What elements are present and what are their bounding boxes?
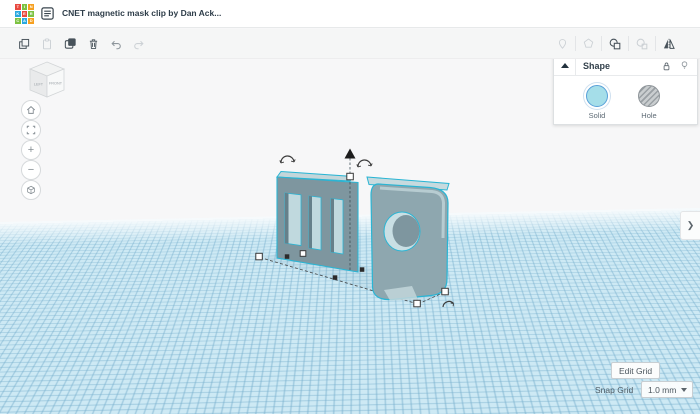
- logo-tile: A: [22, 18, 28, 24]
- toolbar-divider: [655, 36, 656, 51]
- redo-icon: [132, 38, 146, 50]
- edit-grid-button[interactable]: Edit Grid: [611, 362, 660, 379]
- chevron-right-icon: ❯: [687, 220, 695, 231]
- tinkercad-app: LEFT FRONT + − ❯ Edi: [0, 0, 700, 414]
- view-cube-left-label[interactable]: LEFT: [34, 83, 44, 87]
- toolbar-divider: [628, 36, 629, 51]
- logo-tile: R: [28, 11, 34, 17]
- ungroup-button[interactable]: [635, 37, 649, 51]
- shape-panel-header: Shape: [554, 56, 697, 76]
- plus-icon: +: [28, 145, 34, 156]
- solid-option-label: Solid: [589, 111, 606, 120]
- design-title[interactable]: CNET magnetic mask clip by Dan Ack...: [62, 0, 221, 27]
- copy-icon: [17, 37, 31, 51]
- solid-swatch-icon: [586, 85, 608, 107]
- hole-option-label: Hole: [641, 111, 656, 120]
- home-view-button[interactable]: [21, 100, 41, 120]
- lock-icon[interactable]: [661, 60, 672, 72]
- lightbulb-icon[interactable]: [679, 59, 690, 72]
- duplicate-icon: [63, 36, 78, 51]
- fit-view-button[interactable]: [21, 120, 41, 140]
- home-icon: [25, 104, 37, 116]
- shape-options: Solid Hole: [554, 76, 697, 124]
- redo-button[interactable]: [132, 38, 146, 50]
- title-bar: TIN KER CAD CNET magnetic mask clip by Dan…: [0, 0, 700, 28]
- logo-tile: K: [15, 11, 21, 17]
- paste-icon: [40, 37, 54, 51]
- group-icon: [608, 37, 622, 51]
- caret-down-icon: [681, 388, 687, 392]
- perspective-toggle-button[interactable]: [21, 180, 41, 200]
- trash-icon: [87, 37, 100, 51]
- logo-tile: D: [28, 18, 34, 24]
- logo-tile: C: [15, 18, 21, 24]
- minus-icon: −: [28, 165, 34, 176]
- triangle-up-icon: [561, 63, 569, 68]
- shape-inspector-panel: Shape Solid Hole: [553, 55, 698, 125]
- logo-tile: E: [22, 11, 28, 17]
- logo-tile: I: [22, 4, 28, 10]
- zoom-in-button[interactable]: +: [21, 140, 41, 160]
- main-toolbar: [0, 29, 700, 59]
- toolbar-divider: [601, 36, 602, 51]
- delete-button[interactable]: [87, 37, 100, 51]
- mirror-flip-icon: [662, 37, 676, 51]
- solid-option[interactable]: Solid: [582, 81, 612, 120]
- logo-tile: T: [15, 4, 21, 10]
- ruler-button[interactable]: [582, 37, 595, 50]
- ruler-pentagon-icon: [582, 37, 595, 50]
- hole-swatch-icon: [638, 85, 660, 107]
- open-panel-tab[interactable]: ❯: [680, 211, 700, 240]
- duplicate-button[interactable]: [63, 36, 78, 51]
- snap-grid-label: Snap Grid: [595, 385, 633, 395]
- group-button[interactable]: [608, 37, 622, 51]
- workplane-button[interactable]: [556, 37, 569, 51]
- view-cube[interactable]: LEFT FRONT: [27, 61, 67, 99]
- design-menu-button[interactable]: [40, 6, 55, 21]
- logo-tile: N: [28, 4, 34, 10]
- menu-list-icon: [40, 6, 55, 21]
- shape-panel-title: Shape: [583, 61, 661, 71]
- workplane-pin-icon: [556, 37, 569, 51]
- undo-button[interactable]: [109, 38, 123, 50]
- view-cube-front-label[interactable]: FRONT: [49, 82, 63, 86]
- ungroup-icon: [635, 37, 649, 51]
- zoom-out-button[interactable]: −: [21, 160, 41, 180]
- hole-option[interactable]: Hole: [634, 81, 664, 120]
- snap-grid-dropdown[interactable]: 1.0 mm: [641, 381, 693, 398]
- snap-grid-value: 1.0 mm: [648, 385, 681, 395]
- undo-icon: [109, 38, 123, 50]
- tinkercad-logo[interactable]: TIN KER CAD: [15, 4, 34, 23]
- fit-view-icon: [25, 124, 37, 136]
- mirror-button[interactable]: [662, 37, 676, 51]
- copy-button[interactable]: [17, 37, 31, 51]
- perspective-icon: [25, 184, 37, 196]
- paste-button[interactable]: [40, 37, 54, 51]
- toolbar-divider: [575, 36, 576, 51]
